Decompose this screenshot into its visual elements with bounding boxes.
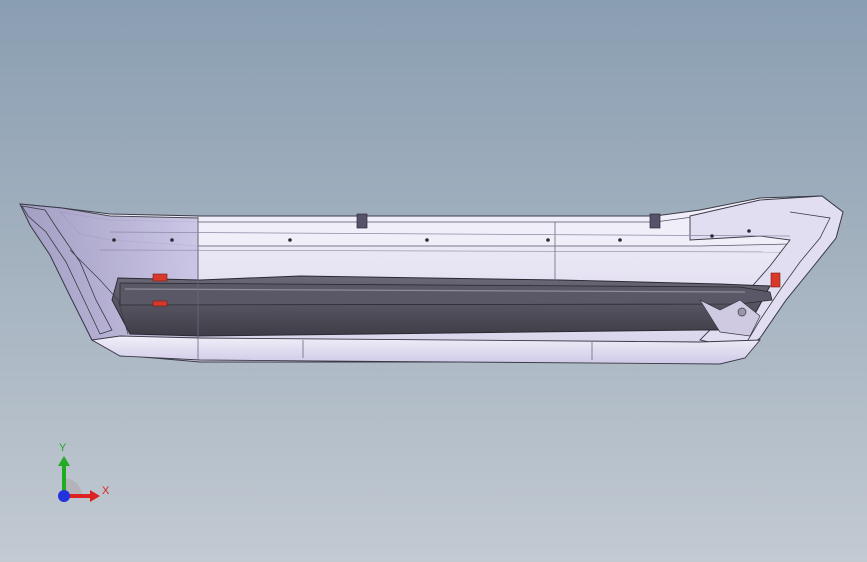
- top-tab-left: [356, 213, 368, 229]
- mount-hole: [170, 238, 174, 242]
- mount-hole: [546, 238, 550, 242]
- x-axis-label: X: [102, 485, 110, 497]
- mount-hole: [425, 238, 429, 242]
- mount-hole: [288, 238, 292, 242]
- top-tab-right: [649, 213, 661, 229]
- orientation-triad[interactable]: Y X: [44, 438, 124, 518]
- right-boss: [737, 307, 747, 317]
- support-bar: [119, 282, 773, 306]
- red-clip-left-upper: [152, 273, 168, 282]
- graphics-viewport[interactable]: Y X: [0, 0, 867, 562]
- z-axis-dot: [58, 490, 70, 502]
- bumper-model[interactable]: [0, 0, 867, 562]
- mount-hole: [618, 238, 622, 242]
- red-clip-left-lower: [152, 300, 168, 307]
- y-axis-label: Y: [59, 442, 67, 454]
- y-axis-head: [58, 456, 70, 466]
- mount-hole: [112, 238, 116, 242]
- triad-graphic: [58, 456, 100, 502]
- mount-hole: [710, 234, 714, 238]
- mount-hole: [747, 229, 751, 233]
- red-clip-right: [770, 272, 781, 288]
- x-axis-head: [90, 490, 100, 502]
